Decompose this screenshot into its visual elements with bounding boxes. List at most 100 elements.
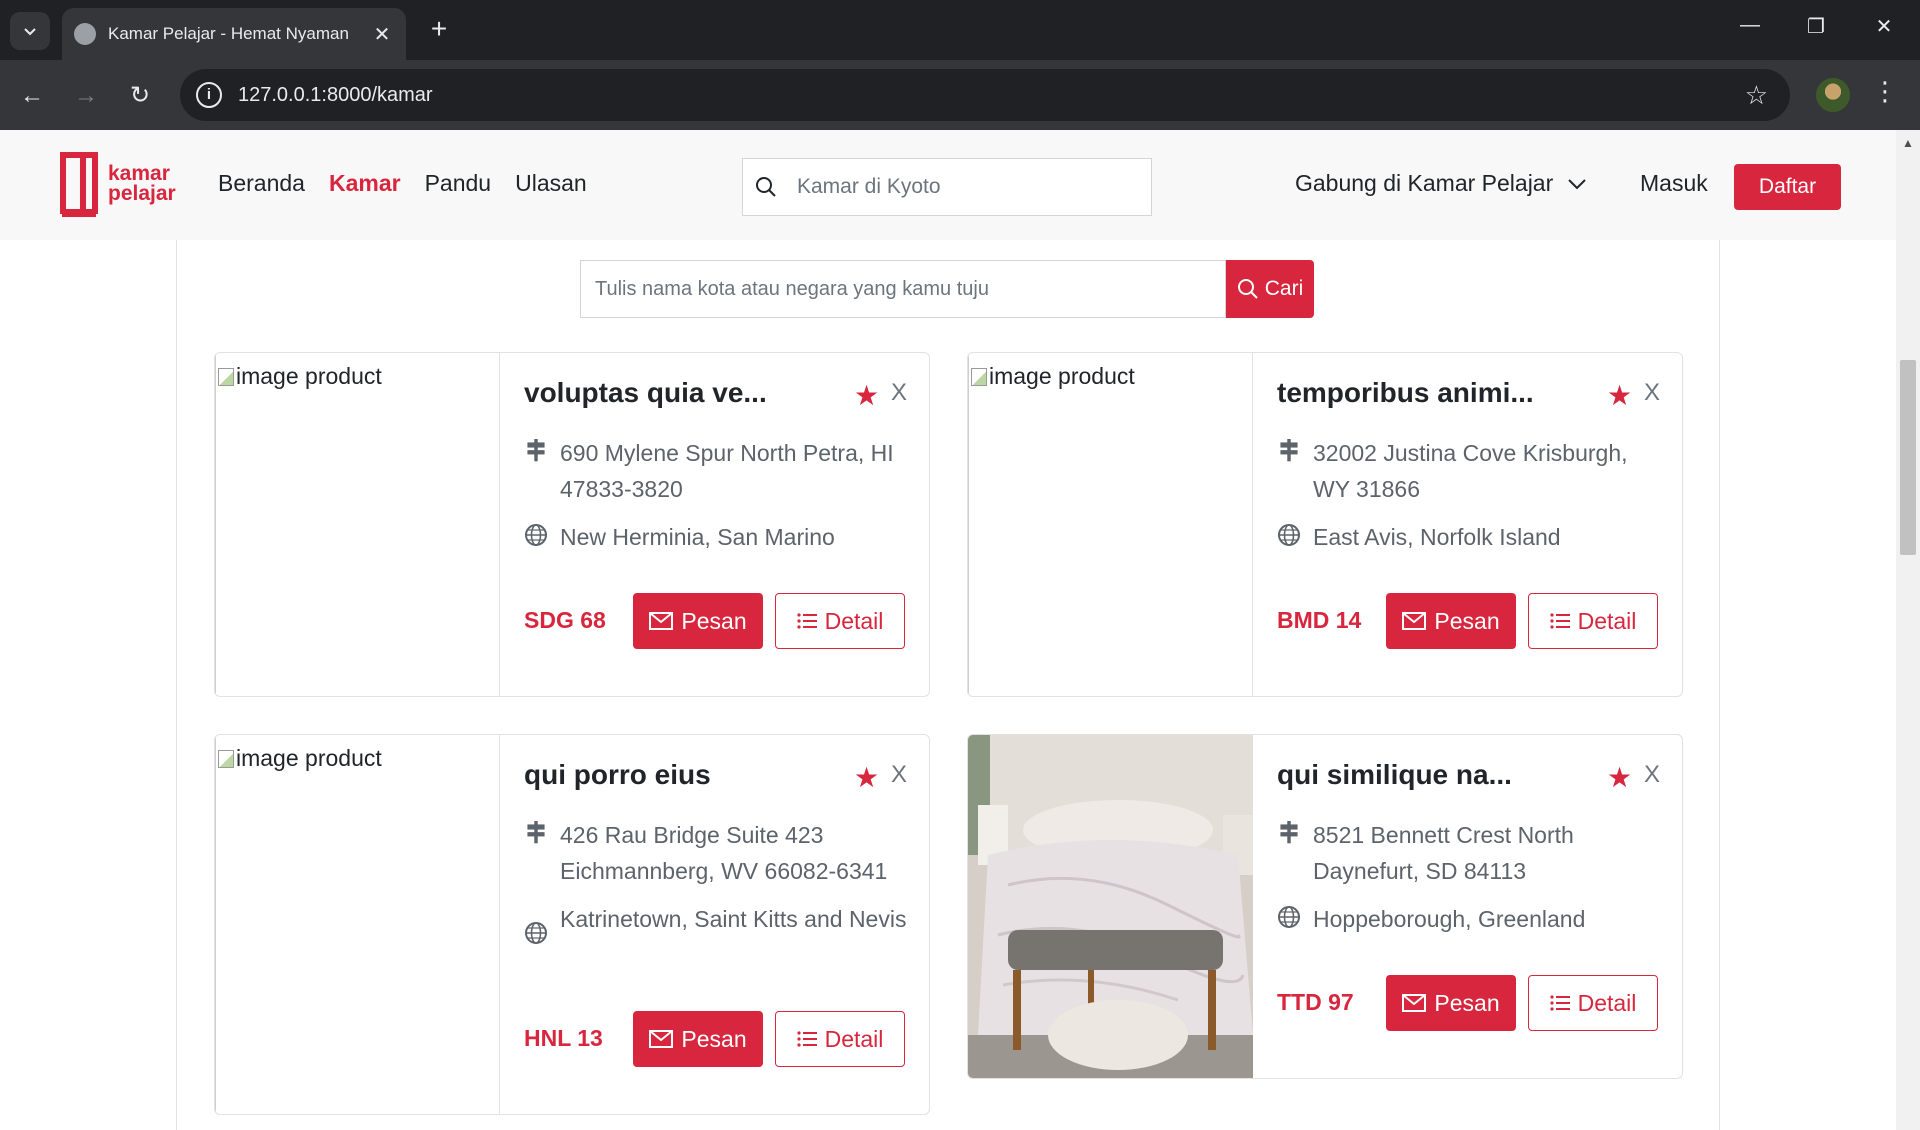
room-price: BMD 14	[1277, 607, 1362, 633]
image-alt-text: image product	[989, 363, 1135, 389]
search-button[interactable]: Cari	[1226, 260, 1314, 318]
room-price: HNL 13	[524, 1025, 603, 1051]
remove-button[interactable]: X	[1644, 379, 1660, 407]
nav-link-kamar[interactable]: Kamar	[329, 170, 401, 197]
bookmark-star-icon[interactable]: ☆	[1745, 80, 1768, 111]
join-dropdown[interactable]: Gabung di Kamar Pelajar	[1295, 170, 1587, 197]
room-card: qui similique na... ★ X 8521 Bennett Cre…	[967, 734, 1683, 1079]
page-scrollbar[interactable]: ▲	[1896, 130, 1920, 1130]
address-row: 8521 Bennett Crest North Daynefurt, SD 8…	[1277, 817, 1667, 889]
room-image[interactable]: image product	[215, 353, 500, 696]
remove-button[interactable]: X	[891, 761, 907, 789]
detail-button[interactable]: Detail	[1528, 975, 1658, 1031]
favorite-star-icon[interactable]: ★	[1607, 379, 1632, 412]
tab-search-button[interactable]	[10, 12, 50, 50]
room-location: East Avis, Norfolk Island	[1313, 524, 1561, 550]
scrollbar-thumb[interactable]	[1900, 360, 1916, 555]
remove-button[interactable]: X	[1644, 761, 1660, 789]
list-icon	[796, 613, 817, 629]
remove-button[interactable]: X	[891, 379, 907, 407]
detail-button[interactable]: Detail	[1528, 593, 1658, 649]
detail-button[interactable]: Detail	[775, 593, 905, 649]
register-button[interactable]: Daftar	[1734, 164, 1841, 210]
image-alt-text: image product	[236, 363, 382, 389]
search-icon	[1237, 279, 1258, 299]
room-address: 690 Mylene Spur North Petra, HI 47833-38…	[560, 440, 894, 502]
room-title[interactable]: qui similique na...	[1277, 759, 1512, 791]
envelope-icon	[649, 1030, 674, 1048]
globe-icon	[74, 23, 96, 45]
back-button[interactable]: ←	[14, 78, 50, 114]
list-icon	[1549, 613, 1570, 629]
new-tab-button[interactable]: +	[424, 14, 454, 44]
room-image[interactable]: image product	[968, 353, 1253, 696]
globe-icon	[1278, 524, 1300, 546]
envelope-icon	[1402, 994, 1427, 1012]
profile-avatar[interactable]	[1816, 78, 1850, 112]
browser-menu-icon[interactable]: ⋮	[1870, 76, 1900, 107]
book-button[interactable]: Pesan	[1386, 593, 1516, 649]
room-location: Katrinetown, Saint Kitts and Nevis	[560, 906, 907, 932]
room-location: New Herminia, San Marino	[560, 524, 835, 550]
room-image[interactable]: image product	[215, 735, 500, 1114]
restore-button[interactable]: ❐	[1796, 14, 1836, 39]
room-price: SDG 68	[524, 607, 606, 633]
login-link[interactable]: Masuk	[1640, 170, 1708, 197]
book-button[interactable]: Pesan	[633, 1011, 763, 1067]
page-viewport: kamar pelajar Beranda Kamar Pandu Ulasan…	[0, 130, 1920, 1130]
room-price: TTD 97	[1277, 989, 1354, 1015]
window-close-button[interactable]: ✕	[1864, 14, 1904, 39]
browser-tab[interactable]: Kamar Pelajar - Hemat Nyaman ✕	[62, 8, 406, 60]
door-logo-icon	[60, 152, 98, 214]
location-row: East Avis, Norfolk Island	[1277, 519, 1667, 555]
site-logo[interactable]: kamar pelajar	[60, 152, 180, 218]
join-label: Gabung di Kamar Pelajar	[1295, 170, 1554, 196]
url-text[interactable]: 127.0.0.1:8000/kamar	[238, 84, 433, 107]
address-row: 426 Rau Bridge Suite 423 Eichmannberg, W…	[524, 817, 914, 889]
globe-icon	[1278, 906, 1300, 928]
nav-link-ulasan[interactable]: Ulasan	[515, 170, 587, 197]
city-search-input[interactable]	[580, 260, 1226, 318]
room-title[interactable]: temporibus animi...	[1277, 377, 1534, 409]
room-card: image product qui porro eius ★ X 426 Rau…	[214, 734, 930, 1115]
list-icon	[1549, 995, 1570, 1011]
broken-image-icon	[971, 367, 987, 386]
room-photo[interactable]	[968, 735, 1253, 1078]
room-title[interactable]: qui porro eius	[524, 759, 711, 791]
location-row: Hoppeborough, Greenland	[1277, 901, 1667, 937]
book-button[interactable]: Pesan	[633, 593, 763, 649]
address-bar[interactable]: i 127.0.0.1:8000/kamar ☆	[180, 69, 1790, 121]
tab-title: Kamar Pelajar - Hemat Nyaman	[108, 24, 349, 43]
navbar-search-box	[742, 158, 1152, 216]
navbar-search-input[interactable]	[797, 175, 1137, 199]
nav-link-beranda[interactable]: Beranda	[218, 170, 305, 197]
room-title[interactable]: voluptas quia ve...	[524, 377, 767, 409]
room-location: Hoppeborough, Greenland	[1313, 906, 1586, 932]
chevron-down-icon	[1568, 178, 1586, 189]
tab-close-icon[interactable]: ✕	[370, 22, 394, 47]
globe-icon	[525, 524, 547, 546]
room-address: 32002 Justina Cove Krisburgh, WY 31866	[1313, 440, 1628, 502]
search-icon	[756, 177, 776, 197]
nav-link-pandu[interactable]: Pandu	[425, 170, 492, 197]
room-card: image product temporibus animi... ★ X 32…	[967, 352, 1683, 697]
address-row: 690 Mylene Spur North Petra, HI 47833-38…	[524, 435, 914, 507]
favorite-star-icon[interactable]: ★	[854, 379, 879, 412]
favorite-star-icon[interactable]: ★	[1607, 761, 1632, 794]
broken-image-icon	[218, 749, 234, 768]
site-navbar: kamar pelajar Beranda Kamar Pandu Ulasan…	[0, 130, 1896, 240]
minimize-button[interactable]: —	[1730, 14, 1770, 37]
book-button[interactable]: Pesan	[1386, 975, 1516, 1031]
browser-tab-bar: Kamar Pelajar - Hemat Nyaman ✕ + — ❐ ✕	[0, 0, 1920, 60]
logo-text: kamar pelajar	[108, 162, 176, 205]
site-info-icon[interactable]: i	[196, 82, 222, 108]
envelope-icon	[649, 612, 674, 630]
scroll-up-arrow-icon[interactable]: ▲	[1896, 136, 1920, 150]
globe-icon	[525, 922, 547, 944]
reload-button[interactable]: ↻	[122, 78, 158, 114]
forward-button[interactable]: →	[68, 78, 104, 114]
location-row: Katrinetown, Saint Kitts and Nevis	[524, 901, 914, 945]
room-address: 8521 Bennett Crest North Daynefurt, SD 8…	[1313, 822, 1574, 884]
detail-button[interactable]: Detail	[775, 1011, 905, 1067]
favorite-star-icon[interactable]: ★	[854, 761, 879, 794]
